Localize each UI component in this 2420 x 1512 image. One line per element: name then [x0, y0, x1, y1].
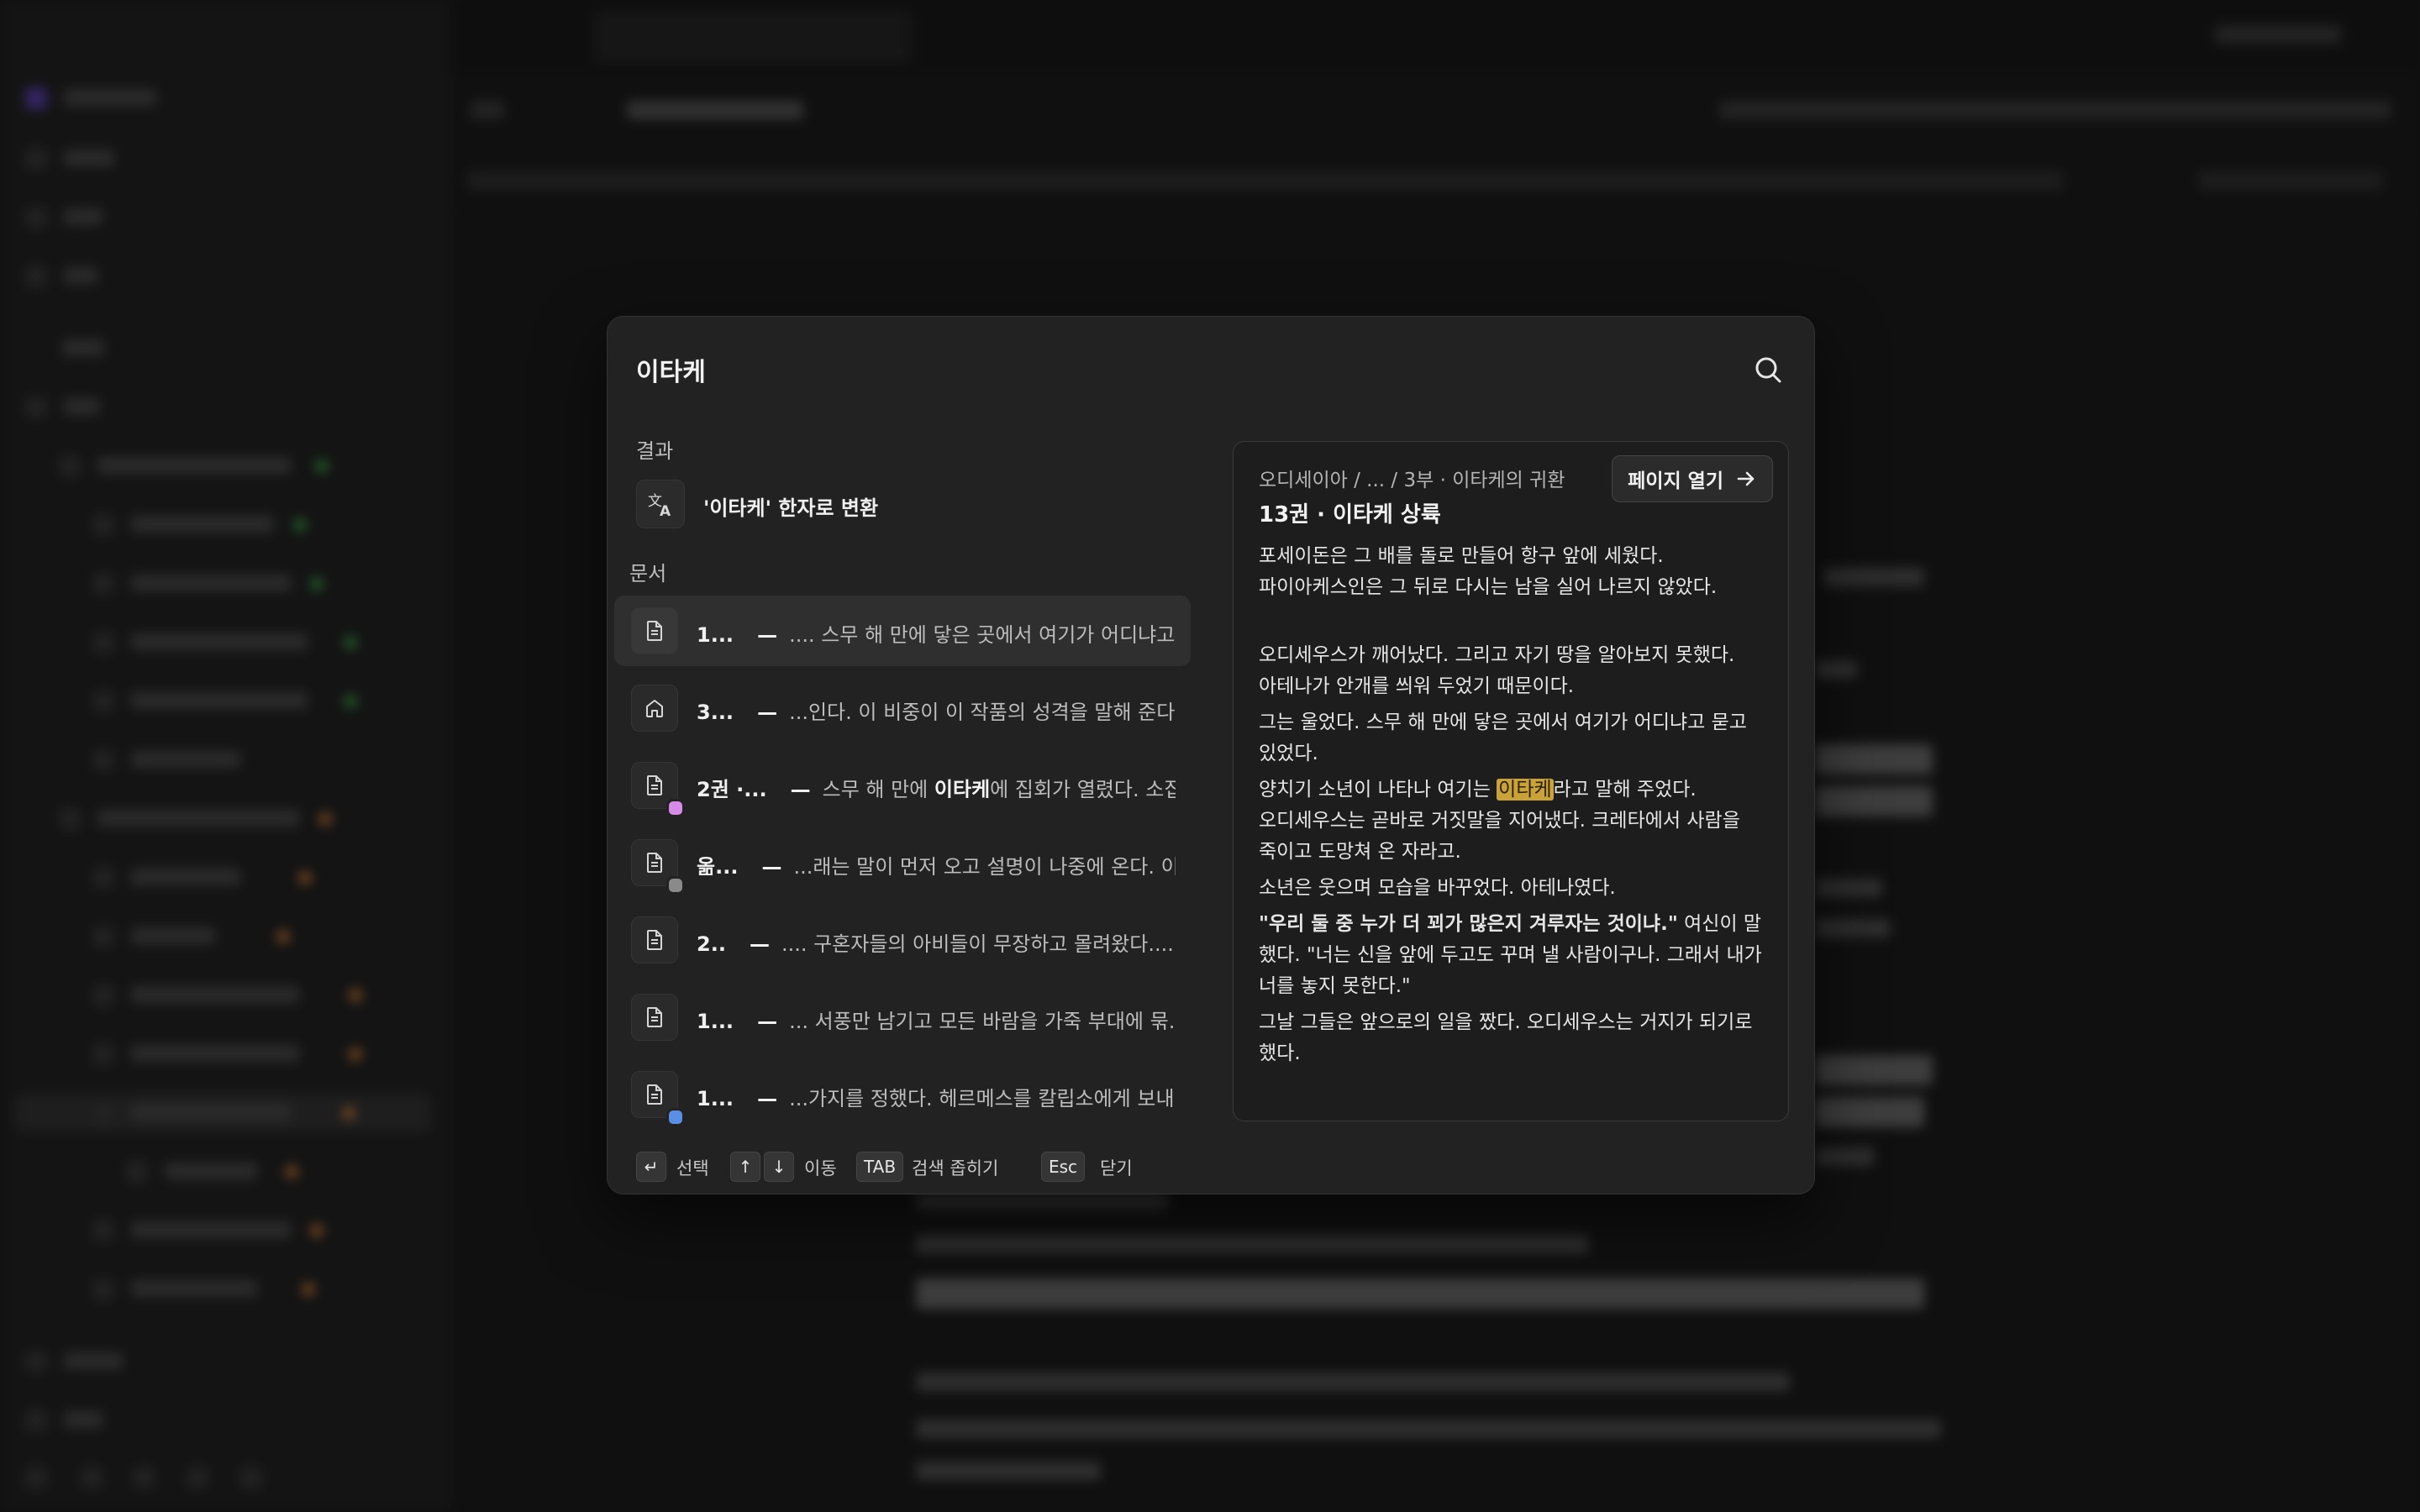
svg-text:A: A — [660, 503, 671, 520]
preview-paragraph: "우리 둘 중 누가 더 꾀가 많은지 겨루자는 것이냐." 여신이 말했다. … — [1259, 913, 1762, 997]
select-hint: 선택 — [676, 1158, 709, 1179]
translate-icon-box: 文 A — [636, 480, 685, 528]
results-section-label: 결과 — [636, 439, 674, 463]
home-icon — [646, 700, 663, 717]
document-result-item[interactable]: 1... — ...가지를 정했다. 헤르메스를 칼립소에게 보내... — [614, 1059, 1191, 1130]
open-page-button[interactable]: 페이지 열기 — [1612, 455, 1773, 502]
search-button[interactable] — [1750, 352, 1786, 387]
document-preview: 오디세이아 / ... / 3부 · 이타케의 귀환 13권 · 이타케 상륙 … — [1233, 441, 1789, 1121]
document-title: 1... — [697, 1087, 734, 1107]
color-dot — [666, 876, 685, 895]
document-icon — [647, 621, 662, 641]
document-result-item[interactable]: 2.. — .... 구혼자들의 아비들이 무장하고 몰려왔다.... — [614, 905, 1191, 975]
preview-paragraph: 그날 그들은 앞으로의 일을 짰다. 오디세우스는 거지가 되기로 했다. — [1259, 1011, 1753, 1064]
preview-breadcrumb: 오디세이아 / ... / 3부 · 이타케의 귀환 — [1259, 470, 1565, 491]
tab-key: TAB — [856, 1152, 904, 1182]
document-title: 3... — [697, 701, 734, 721]
enter-key: ↵ — [636, 1152, 666, 1182]
document-icon-box — [631, 607, 678, 654]
arrow-up-key: ↑ — [730, 1152, 760, 1182]
preview-paragraph: 소년은 웃으며 모습을 바꾸었다. 아테나였다. — [1259, 877, 1616, 899]
search-palette: 결과 文 A '이타케' 한자로 변환 문서 1... — .... 스무 해 만에… — [607, 316, 1815, 1194]
move-hint: 이동 — [804, 1158, 837, 1179]
document-snippet: 스무 해 만에 이타케에 집회가 열렸다. 소집... — [823, 778, 1176, 798]
separator: — — [757, 1087, 778, 1107]
preview-paragraph: 오디세우스가 깨어났다. 그리고 자기 땅을 알아보지 못했다. 아테나가 안개… — [1259, 644, 1735, 697]
document-snippet: ... 서풍만 남기고 모든 바람을 가죽 부대에 묶... — [789, 1010, 1176, 1030]
close-hint: 닫기 — [1100, 1158, 1133, 1179]
separator: — — [749, 932, 770, 953]
results-list: 결과 文 A '이타케' 한자로 변환 문서 1... — .... 스무 해 만에… — [608, 434, 1204, 1131]
search-match-highlight: 이타케 — [1497, 779, 1554, 801]
preview-paragraph: 그는 울었다. 스무 해 만에 닿은 곳에서 여기가 어디냐고 묻고 있었다. — [1259, 711, 1747, 764]
preview-paragraph: 양치기 소년이 나타나 여기는 이타케라고 말해 주었다. 오디세우스는 곧바로 … — [1259, 779, 1740, 863]
snippet-match: 이타케 — [934, 778, 991, 798]
document-result-item[interactable]: 1... — ... 서풍만 남기고 모든 바람을 가죽 부대에 묶... — [614, 982, 1191, 1053]
document-snippet: ...가지를 정했다. 헤르메스를 칼립소에게 보내... — [789, 1087, 1176, 1107]
document-snippet: ...인다. 이 비중이 이 작품의 성격을 말해 준다... — [789, 701, 1176, 721]
document-snippet: ...래는 말이 먼저 오고 설명이 나중에 온다. 이... — [793, 855, 1176, 875]
document-snippet: .... 스무 해 만에 닿은 곳에서 여기가 어디냐고... — [789, 623, 1176, 643]
separator: — — [761, 855, 782, 875]
document-icon-box — [631, 916, 678, 963]
translate-icon: 文 A — [648, 493, 671, 520]
separator: — — [757, 623, 778, 643]
arrow-down-key: ↓ — [764, 1152, 794, 1182]
document-result-item[interactable]: 3... — ...인다. 이 비중이 이 작품의 성격을 말해 준다... — [614, 673, 1191, 743]
document-result-item[interactable]: 옮... — ...래는 말이 먼저 오고 설명이 나중에 온다. 이... — [614, 827, 1191, 898]
document-result-line: 1... — .... 스무 해 만에 닿은 곳에서 여기가 어디냐고... — [697, 618, 1176, 643]
separator: — — [757, 1010, 778, 1030]
separator: — — [757, 701, 778, 721]
document-title: 옮... — [697, 855, 739, 875]
document-result-line: 1... — ...가지를 정했다. 헤르메스를 칼립소에게 보내... — [697, 1082, 1176, 1107]
document-title: 1... — [697, 623, 734, 643]
document-icon-box — [631, 994, 678, 1041]
document-title: 2권 ·... — [697, 778, 767, 798]
color-dot — [666, 799, 685, 817]
document-result-line: 옮... — ...래는 말이 먼저 오고 설명이 나중에 온다. 이... — [697, 850, 1176, 875]
document-result-line: 1... — ... 서풍만 남기고 모든 바람을 가죽 부대에 묶... — [697, 1005, 1176, 1030]
separator: — — [790, 778, 811, 798]
preview-paragraph: 포세이돈은 그 배를 돌로 만들어 항구 앞에 세웠다. 파이아케스인은 그 뒤… — [1259, 545, 1718, 598]
esc-key: Esc — [1041, 1152, 1086, 1182]
document-icon — [647, 1084, 662, 1105]
document-icon — [647, 1007, 662, 1027]
narrow-search-hint: 검색 좁히기 — [912, 1158, 999, 1179]
document-result-line: 3... — ...인다. 이 비중이 이 작품의 성격을 말해 준다... — [697, 696, 1176, 721]
document-icon — [647, 930, 662, 950]
document-result-item[interactable]: 2권 ·... — 스무 해 만에 이타케에 집회가 열렸다. 소집... — [614, 750, 1191, 821]
open-page-label: 페이지 열기 — [1628, 470, 1723, 492]
document-title: 1... — [697, 1010, 734, 1030]
search-bar — [636, 345, 1786, 394]
color-dot — [666, 1108, 685, 1126]
arrow-right-icon — [1737, 471, 1754, 486]
search-icon — [1755, 357, 1781, 383]
document-result-item[interactable]: 1... — .... 스무 해 만에 닿은 곳에서 여기가 어디냐고... — [614, 596, 1191, 666]
search-input[interactable] — [636, 345, 1712, 394]
keyboard-hints: ↵ 선택 ↑ ↓ 이동 TAB 검색 좁히기 Esc 닫기 — [636, 1152, 1786, 1185]
documents-section-label: 문서 — [629, 562, 667, 585]
document-icon — [647, 853, 662, 873]
document-result-line: 2권 ·... — 스무 해 만에 이타케에 집회가 열렸다. 소집... — [697, 773, 1176, 798]
document-icon — [647, 775, 662, 795]
document-result-line: 2.. — .... 구혼자들의 아비들이 무장하고 몰려왔다.... — [697, 927, 1176, 953]
preview-body: 포세이돈은 그 배를 돌로 만들어 항구 앞에 세웠다. 파이아케스인은 그 뒤… — [1259, 541, 1763, 1109]
convert-to-hanja-item[interactable]: 文 A '이타케' 한자로 변환 — [636, 478, 1182, 528]
convert-label: '이타케' 한자로 변환 — [703, 496, 879, 520]
document-title: 2.. — [697, 932, 726, 953]
document-snippet: .... 구혼자들의 아비들이 무장하고 몰려왔다.... — [781, 932, 1174, 953]
preview-title: 13권 · 이타케 상륙 — [1259, 502, 1441, 528]
document-icon-box — [631, 685, 678, 732]
